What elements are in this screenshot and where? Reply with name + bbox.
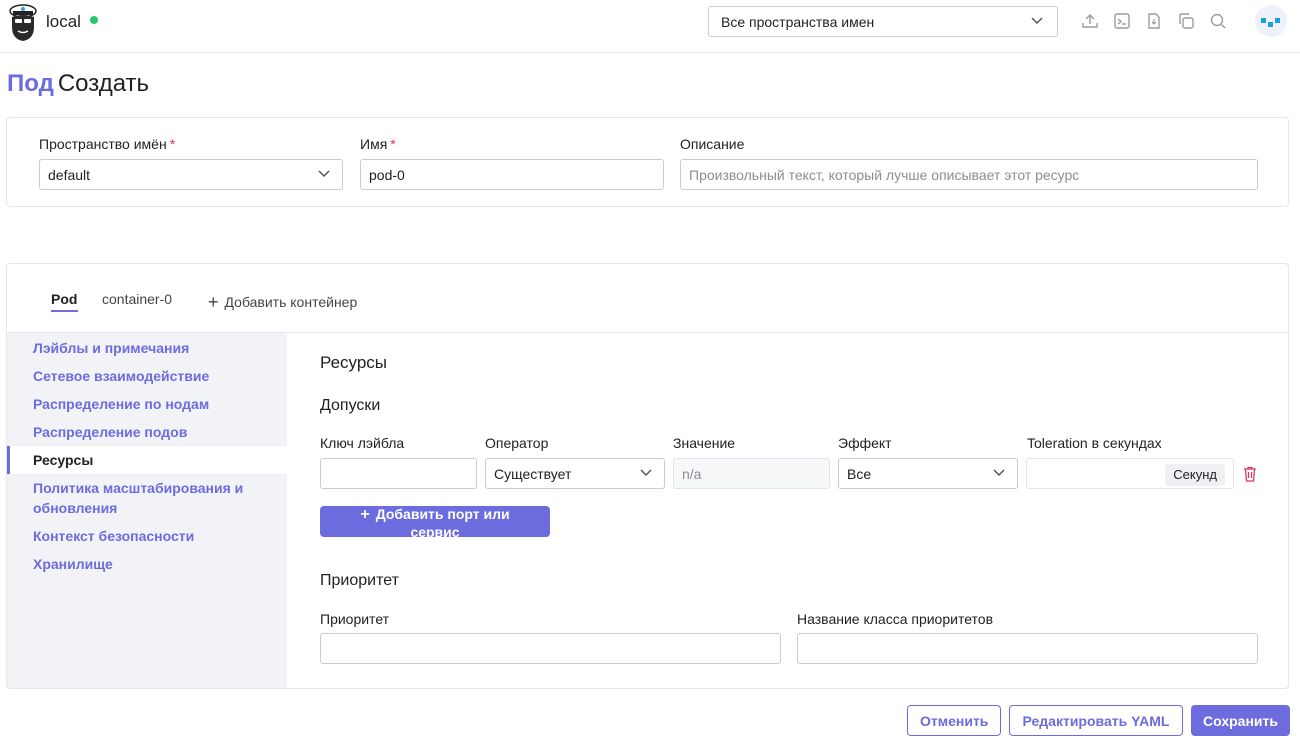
name-label: Имя *: [360, 136, 396, 152]
col-label-operator: Оператор: [485, 435, 549, 451]
copy-icon[interactable]: [1177, 12, 1195, 30]
chevron-down-icon: [993, 469, 1005, 477]
sidenav-item-security-context[interactable]: Контекст безопасности: [7, 526, 287, 546]
toleration-key-input[interactable]: [320, 458, 477, 489]
toleration-effect-value: Все: [847, 466, 872, 482]
plus-icon: +: [360, 506, 370, 523]
chevron-down-icon: [640, 469, 652, 477]
col-label-effect: Эффект: [838, 435, 892, 451]
seconds-suffix: Секунд: [1165, 464, 1225, 486]
terminal-icon[interactable]: [1113, 12, 1131, 30]
namespace-select[interactable]: default: [39, 159, 343, 190]
sidenav-item-node-scheduling[interactable]: Распределение по нодам: [7, 394, 287, 414]
col-label-seconds: Toleration в секундах: [1027, 435, 1162, 451]
container-tabs: Pod container-0 + Добавить контейнер: [7, 264, 1288, 333]
namespace-filter-value: Все пространства имен: [721, 14, 875, 30]
col-label-key: Ключ лэйбла: [320, 435, 405, 451]
top-header: local Все пространства имен: [0, 0, 1300, 53]
resources-heading: Ресурсы: [320, 353, 388, 372]
toleration-effect-select[interactable]: Все: [838, 458, 1018, 489]
priority-input[interactable]: [320, 633, 781, 664]
sidenav-item-storage[interactable]: Хранилище: [7, 554, 287, 574]
save-button[interactable]: Сохранить: [1191, 705, 1290, 736]
user-avatar[interactable]: [1255, 5, 1287, 37]
avatar-pattern-icon: [1261, 18, 1280, 27]
sidenav-item-pod-scheduling[interactable]: Распределение подов: [7, 422, 287, 442]
sidenav-item-resources[interactable]: Ресурсы: [7, 446, 287, 474]
resources-section: Ресурсы Допуски Ключ лэйбла Оператор Зна…: [287, 333, 1288, 688]
upload-icon[interactable]: [1081, 12, 1099, 30]
tab-pod[interactable]: Pod: [51, 291, 77, 307]
description-label: Описание: [680, 136, 745, 152]
cluster-name[interactable]: local: [46, 12, 81, 32]
namespace-filter-select[interactable]: Все пространства имен: [708, 6, 1058, 37]
active-tab-indicator: [51, 310, 78, 312]
toleration-value-input[interactable]: [673, 458, 830, 489]
priority-class-input[interactable]: [797, 633, 1258, 664]
namespace-value: default: [48, 167, 91, 183]
metadata-card: Пространство имён* default Имя* Описание: [6, 117, 1289, 207]
priority-class-label: Название класса приоритетов: [797, 611, 993, 627]
page-title: Под Создать: [7, 70, 149, 98]
namespace-label: Пространство имён *: [39, 136, 176, 152]
search-icon[interactable]: [1209, 12, 1227, 30]
toleration-seconds-input[interactable]: Секунд: [1026, 458, 1234, 489]
tolerations-heading: Допуски: [320, 397, 381, 414]
trash-icon[interactable]: [1243, 466, 1257, 482]
chevron-down-icon: [318, 170, 330, 178]
add-toleration-button[interactable]: + Добавить порт или сервис: [320, 506, 550, 540]
file-icon[interactable]: [1145, 12, 1163, 30]
sidenav-item-labels[interactable]: Лэйблы и примечания: [7, 338, 287, 358]
toleration-operator-value: Существует: [494, 466, 572, 482]
tab-container-0[interactable]: container-0: [102, 291, 172, 307]
cancel-button[interactable]: Отменить: [907, 705, 1001, 736]
name-input[interactable]: [360, 159, 664, 190]
pod-config-card: Pod container-0 + Добавить контейнер Лэйб…: [6, 263, 1289, 689]
add-container-button[interactable]: + Добавить контейнер: [208, 291, 357, 312]
cluster-status-dot: [90, 16, 98, 24]
toleration-operator-select[interactable]: Существует: [485, 458, 665, 489]
edit-yaml-button[interactable]: Редактировать YAML: [1009, 705, 1183, 736]
priority-heading: Приоритет: [320, 572, 399, 589]
sidenav-item-scaling-policy[interactable]: Политика масштабирования и обновления: [7, 478, 267, 518]
sidenav-item-networking[interactable]: Сетевое взаимодействие: [7, 366, 287, 386]
page-title-action: Создать: [57, 70, 150, 97]
plus-icon: +: [208, 292, 219, 312]
priority-label: Приоритет: [320, 611, 390, 627]
col-label-value: Значение: [673, 435, 736, 451]
description-input[interactable]: [680, 159, 1258, 190]
page-title-resource[interactable]: Под: [7, 70, 54, 97]
cluster-logo-icon[interactable]: [7, 3, 39, 43]
section-sidenav: Лэйблы и примечания Сетевое взаимодейств…: [7, 333, 287, 688]
chevron-down-icon: [1031, 17, 1043, 25]
